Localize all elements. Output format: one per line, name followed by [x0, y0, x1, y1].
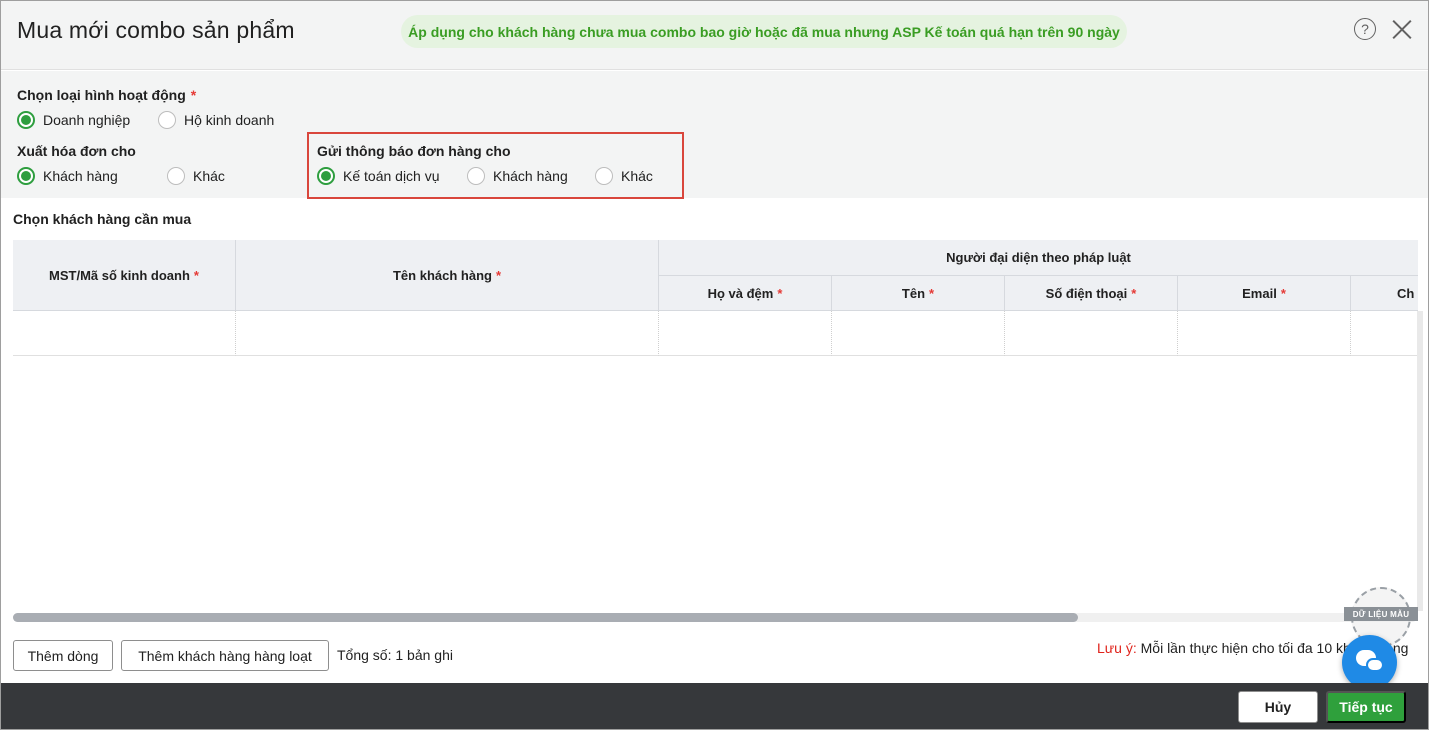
cancel-button[interactable]: Hủy	[1238, 691, 1318, 723]
radio-notify-service-accountant[interactable]: Kế toán dịch vụ	[317, 167, 440, 185]
radio-invoice-customer[interactable]: Khách hàng	[17, 167, 118, 185]
continue-button[interactable]: Tiếp tục	[1326, 691, 1406, 723]
col-header-partial[interactable]: Ch	[1351, 276, 1418, 311]
radio-unchecked-icon	[167, 167, 185, 185]
required-mark: *	[1280, 285, 1286, 301]
radio-unchecked-icon	[158, 111, 176, 129]
info-banner: Áp dụng cho khách hàng chưa mua combo ba…	[401, 15, 1127, 48]
col-header-label: Email	[1242, 285, 1277, 301]
customers-section-title: Chọn khách hàng cần mua	[13, 211, 192, 227]
purchase-combo-dialog: Mua mới combo sản phẩm Áp dụng cho khách…	[0, 0, 1429, 730]
chat-icon[interactable]	[1342, 635, 1397, 690]
radio-label: Hộ kinh doanh	[184, 112, 275, 128]
col-header-label: MST/Mã số kinh doanh	[49, 267, 190, 283]
radio-business-household[interactable]: Hộ kinh doanh	[158, 111, 274, 129]
cell-partial[interactable]	[1351, 311, 1418, 356]
col-group-legal-representative: Người đại diện theo pháp luật	[659, 240, 1418, 276]
cell-email[interactable]	[1178, 311, 1351, 356]
radio-unchecked-icon	[467, 167, 485, 185]
chat-bubble-icon	[1366, 658, 1384, 672]
add-bulk-customers-button[interactable]: Thêm khách hàng hàng loạt	[121, 640, 329, 671]
col-header-email[interactable]: Email *	[1178, 276, 1351, 311]
add-row-button[interactable]: Thêm dòng	[13, 640, 113, 671]
cell-phone[interactable]	[1005, 311, 1178, 356]
options-panel: Chọn loại hình hoạt động * Doanh nghiệp H…	[1, 71, 1428, 199]
radio-label: Khác	[621, 168, 653, 184]
radio-checked-icon	[17, 111, 35, 129]
horizontal-scrollbar-thumb[interactable]	[13, 613, 1078, 622]
radio-notify-customer[interactable]: Khách hàng	[467, 167, 568, 185]
required-mark: *	[495, 267, 502, 283]
cell-last-middle-name[interactable]	[659, 311, 832, 356]
col-header-label: Ch	[1397, 285, 1415, 301]
notify-to-label: Gửi thông báo đơn hàng cho	[317, 143, 511, 159]
customers-grid: MST/Mã số kinh doanh * Tên khách hàng * Ng…	[13, 240, 1418, 612]
col-header-label: Tên	[901, 285, 926, 301]
radio-label: Kế toán dịch vụ	[343, 168, 440, 184]
business-type-label-text: Chọn loại hình hoạt động	[17, 87, 186, 103]
radio-label: Khách hàng	[43, 168, 118, 184]
radio-label: Doanh nghiệp	[43, 112, 131, 128]
col-header-label: Họ và đệm	[707, 285, 774, 301]
cell-tax-code[interactable]	[13, 311, 236, 356]
radio-notify-other[interactable]: Khác	[595, 167, 653, 185]
radio-business-enterprise[interactable]: Doanh nghiệp	[17, 111, 130, 129]
required-mark: *	[193, 267, 199, 283]
dialog-title: Mua mới combo sản phẩm	[17, 17, 295, 43]
radio-unchecked-icon	[595, 167, 613, 185]
required-mark: *	[929, 285, 935, 301]
invoice-for-label: Xuất hóa đơn cho	[17, 143, 136, 159]
required-mark: *	[190, 87, 197, 103]
col-header-label: Tên khách hàng	[392, 267, 492, 283]
radio-label: Khách hàng	[493, 168, 568, 184]
col-header-customer-name[interactable]: Tên khách hàng *	[236, 240, 659, 311]
dialog-header: Mua mới combo sản phẩm Áp dụng cho khách…	[1, 1, 1428, 70]
col-header-tax-code[interactable]: MST/Mã số kinh doanh *	[13, 240, 236, 311]
radio-invoice-other[interactable]: Khác	[167, 167, 225, 185]
total-records: Tổng số: 1 bản ghi	[337, 647, 453, 663]
col-header-label: Số điện thoại	[1045, 285, 1128, 301]
dialog-footer	[1, 683, 1428, 729]
col-header-phone[interactable]: Số điện thoại *	[1005, 276, 1178, 311]
col-header-last-middle-name[interactable]: Họ và đệm *	[659, 276, 832, 311]
note-label: Lưu ý:	[1097, 640, 1137, 656]
cell-first-name[interactable]	[832, 311, 1005, 356]
required-mark: *	[1131, 285, 1137, 301]
vertical-scrollbar[interactable]	[1417, 311, 1423, 611]
col-group-label: Người đại diện theo pháp luật	[946, 250, 1131, 265]
radio-checked-icon	[317, 167, 335, 185]
close-icon[interactable]	[1390, 17, 1414, 41]
help-icon[interactable]: ?	[1354, 18, 1376, 40]
radio-label: Khác	[193, 168, 225, 184]
sample-data-watermark: DỮ LIỆU MẪU	[1344, 607, 1418, 621]
col-header-first-name[interactable]: Tên *	[832, 276, 1005, 311]
cell-customer-name[interactable]	[236, 311, 659, 356]
required-mark: *	[777, 285, 783, 301]
radio-checked-icon	[17, 167, 35, 185]
business-type-label: Chọn loại hình hoạt động *	[17, 87, 196, 103]
